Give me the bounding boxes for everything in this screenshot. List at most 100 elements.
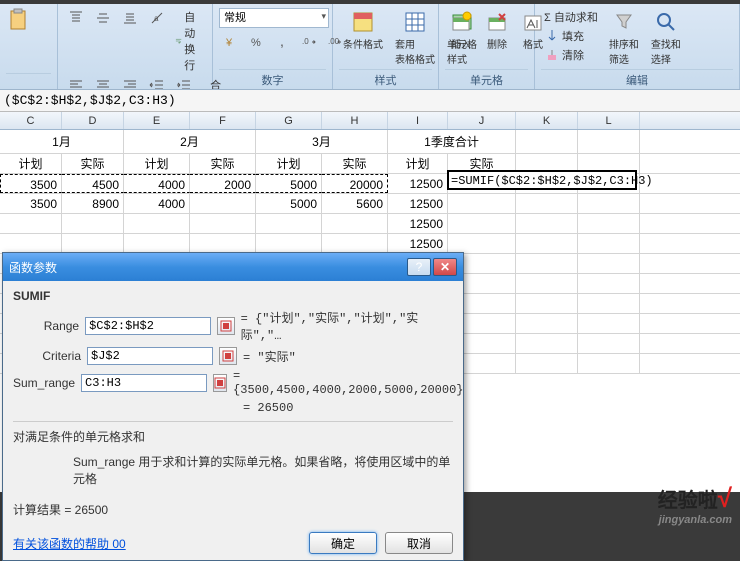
cell[interactable]: 计划 [388, 154, 448, 173]
arg-input[interactable] [87, 347, 213, 365]
cell[interactable] [62, 234, 124, 253]
align-bot-icon[interactable] [118, 8, 142, 74]
orientation-icon[interactable]: a [145, 8, 169, 74]
col-header[interactable]: F [190, 112, 256, 129]
active-cell[interactable]: =SUMIF($C$2:$H$2,$J$2,C3:H3) [447, 170, 637, 190]
cell[interactable] [516, 274, 578, 293]
cell[interactable] [256, 234, 322, 253]
help-link[interactable]: 有关该函数的帮助 00 [13, 535, 126, 552]
cond-format-button[interactable]: 条件格式 [339, 8, 387, 69]
formula-bar[interactable]: ($C$2:$H$2,$J$2,C3:H3) [0, 90, 740, 112]
cell[interactable] [448, 234, 516, 253]
cell[interactable]: 4500 [62, 174, 124, 193]
delete-button[interactable]: 删除 [481, 8, 513, 69]
ok-button[interactable]: 确定 [309, 532, 377, 554]
cell[interactable]: 计划 [256, 154, 322, 173]
autosum-button[interactable]: Σ 自动求和 [541, 8, 601, 26]
cell[interactable]: 12500 [388, 214, 448, 233]
comma-icon[interactable]: , [271, 32, 295, 52]
cell[interactable] [578, 314, 640, 333]
cell[interactable] [124, 214, 190, 233]
col-header[interactable]: J [448, 112, 516, 129]
find-select-button[interactable]: 查找和 选择 [647, 8, 685, 69]
cell[interactable]: 实际 [190, 154, 256, 173]
cell[interactable]: 计划 [0, 154, 62, 173]
cell[interactable] [516, 234, 578, 253]
cell[interactable]: 实际 [62, 154, 124, 173]
cell[interactable]: 2月 [124, 130, 256, 153]
cell[interactable] [578, 254, 640, 273]
insert-button[interactable]: 插入 [445, 8, 477, 69]
cell[interactable] [62, 214, 124, 233]
align-left-icon[interactable] [64, 76, 88, 90]
cell[interactable] [0, 214, 62, 233]
cell[interactable]: 1月 [0, 130, 124, 153]
cell[interactable] [578, 294, 640, 313]
wrap-text-button[interactable]: 自动换行 [172, 8, 207, 74]
indent-inc-icon[interactable] [172, 76, 196, 90]
cell[interactable] [256, 214, 322, 233]
arg-input[interactable] [85, 317, 211, 335]
range-select-icon[interactable] [213, 374, 227, 392]
cell[interactable]: 3月 [256, 130, 388, 153]
cell[interactable] [190, 214, 256, 233]
cell[interactable] [124, 234, 190, 253]
cell[interactable]: 4000 [124, 174, 190, 193]
sort-filter-button[interactable]: 排序和 筛选 [605, 8, 643, 69]
cell[interactable] [448, 214, 516, 233]
cell[interactable] [516, 334, 578, 353]
cell[interactable] [578, 234, 640, 253]
paste-icon[interactable] [6, 8, 30, 32]
col-header[interactable]: E [124, 112, 190, 129]
cell[interactable] [516, 214, 578, 233]
cell[interactable] [322, 234, 388, 253]
align-mid-icon[interactable] [91, 8, 115, 74]
cell[interactable] [578, 194, 640, 213]
cell[interactable] [516, 254, 578, 273]
clear-button[interactable]: 清除 [541, 46, 601, 64]
cell[interactable]: 12500 [388, 234, 448, 253]
cell[interactable]: 8900 [62, 194, 124, 213]
cell[interactable] [322, 214, 388, 233]
range-select-icon[interactable] [217, 317, 235, 335]
col-header[interactable]: L [578, 112, 640, 129]
col-header[interactable]: C [0, 112, 62, 129]
cell[interactable] [190, 194, 256, 213]
align-top-icon[interactable] [64, 8, 88, 74]
cell[interactable] [516, 294, 578, 313]
col-header[interactable]: G [256, 112, 322, 129]
align-center-icon[interactable] [91, 76, 115, 90]
arg-input[interactable] [81, 374, 207, 392]
cell[interactable] [578, 354, 640, 373]
cell[interactable]: 5000 [256, 174, 322, 193]
cell[interactable]: 4000 [124, 194, 190, 213]
dialog-titlebar[interactable]: 函数参数 ? ✕ [3, 253, 463, 281]
cell[interactable] [516, 314, 578, 333]
cell[interactable]: 5600 [322, 194, 388, 213]
range-select-icon[interactable] [219, 347, 237, 365]
col-header[interactable]: I [388, 112, 448, 129]
table-format-button[interactable]: 套用 表格格式 [391, 8, 439, 69]
cell[interactable]: 12500 [388, 174, 448, 193]
fill-button[interactable]: 填充 [541, 27, 601, 45]
cell[interactable] [190, 234, 256, 253]
cell[interactable] [578, 334, 640, 353]
cell[interactable]: 2000 [190, 174, 256, 193]
cancel-button[interactable]: 取消 [385, 532, 453, 554]
help-icon[interactable]: ? [407, 258, 431, 276]
percent-icon[interactable]: % [245, 32, 269, 52]
currency-icon[interactable]: ¥ [219, 32, 243, 52]
cell[interactable] [0, 234, 62, 253]
cell[interactable]: 实际 [322, 154, 388, 173]
number-format-combo[interactable]: 常规 [219, 8, 329, 28]
cell[interactable] [578, 274, 640, 293]
cell[interactable]: 5000 [256, 194, 322, 213]
cell[interactable] [448, 194, 516, 213]
cell[interactable] [516, 354, 578, 373]
close-icon[interactable]: ✕ [433, 258, 457, 276]
cell[interactable]: 3500 [0, 194, 62, 213]
cell[interactable]: 计划 [124, 154, 190, 173]
cell[interactable] [578, 214, 640, 233]
cell[interactable] [578, 130, 640, 153]
cell[interactable] [516, 130, 578, 153]
